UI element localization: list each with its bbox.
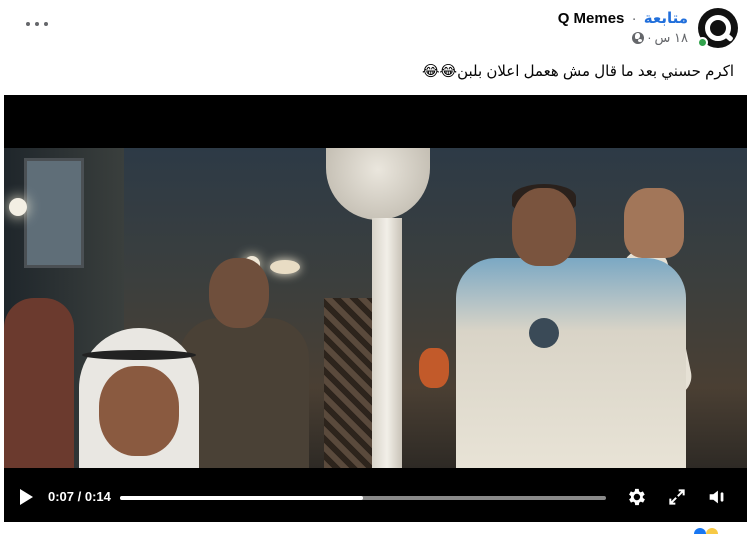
video-scene-person <box>324 298 374 468</box>
video-scene-jacket <box>456 258 686 468</box>
page-avatar[interactable] <box>697 8 738 48</box>
video-controls: 0:07 / 0:14 <box>4 472 747 522</box>
like-reaction-icon <box>694 528 706 534</box>
expand-icon[interactable] <box>667 487 687 507</box>
volume-icon[interactable] <box>706 486 728 508</box>
video-scene-badge <box>529 318 559 348</box>
name-line: متابعة · Q Memes <box>558 9 688 29</box>
time-separator: · <box>647 30 652 45</box>
online-status-icon <box>697 37 708 48</box>
play-icon[interactable] <box>20 489 33 505</box>
post-caption: اكرم حسني بعد ما قال مش هعمل اعلان بلبن😂… <box>422 63 734 80</box>
video-scene-window <box>24 158 84 268</box>
reactions-hint <box>690 528 730 534</box>
video-frame[interactable] <box>4 148 747 468</box>
video-scene-hand <box>624 188 684 258</box>
post-meta: متابعة · Q Memes · ١٨ س <box>558 9 688 47</box>
globe-icon[interactable] <box>632 32 645 44</box>
haha-reaction-icon <box>706 528 718 534</box>
q-logo-icon <box>705 15 731 41</box>
follow-button[interactable]: متابعة <box>644 10 688 27</box>
video-scene-light <box>9 198 27 216</box>
video-progress-bar[interactable] <box>120 496 606 500</box>
video-scene-agal <box>82 350 196 360</box>
video-scene-main-person <box>434 184 734 468</box>
video-scene-head <box>209 258 269 328</box>
video-scene-pole <box>372 218 402 468</box>
video-progress-fill <box>120 496 363 500</box>
video-player[interactable]: 0:07 / 0:14 <box>4 95 747 522</box>
video-scene-person-ghutra <box>64 328 224 468</box>
gear-icon[interactable] <box>625 486 647 508</box>
more-options-icon[interactable] <box>26 14 48 34</box>
video-scene-head <box>512 188 576 266</box>
video-time: 0:07 / 0:14 <box>48 489 111 504</box>
post-timestamp[interactable]: ١٨ س <box>655 29 688 47</box>
name-separator: · <box>631 10 637 27</box>
more-dot <box>26 22 30 26</box>
facebook-post: متابعة · Q Memes · ١٨ س اكرم حسني بعد ما… <box>0 0 750 534</box>
time-line: · ١٨ س <box>558 29 688 47</box>
page-name-link[interactable]: Q Memes <box>558 10 625 27</box>
post-header: متابعة · Q Memes · ١٨ س <box>558 6 738 50</box>
more-dot <box>35 22 39 26</box>
video-scene-face <box>99 366 179 456</box>
more-dot <box>44 22 48 26</box>
video-scene-balloon <box>326 148 430 220</box>
